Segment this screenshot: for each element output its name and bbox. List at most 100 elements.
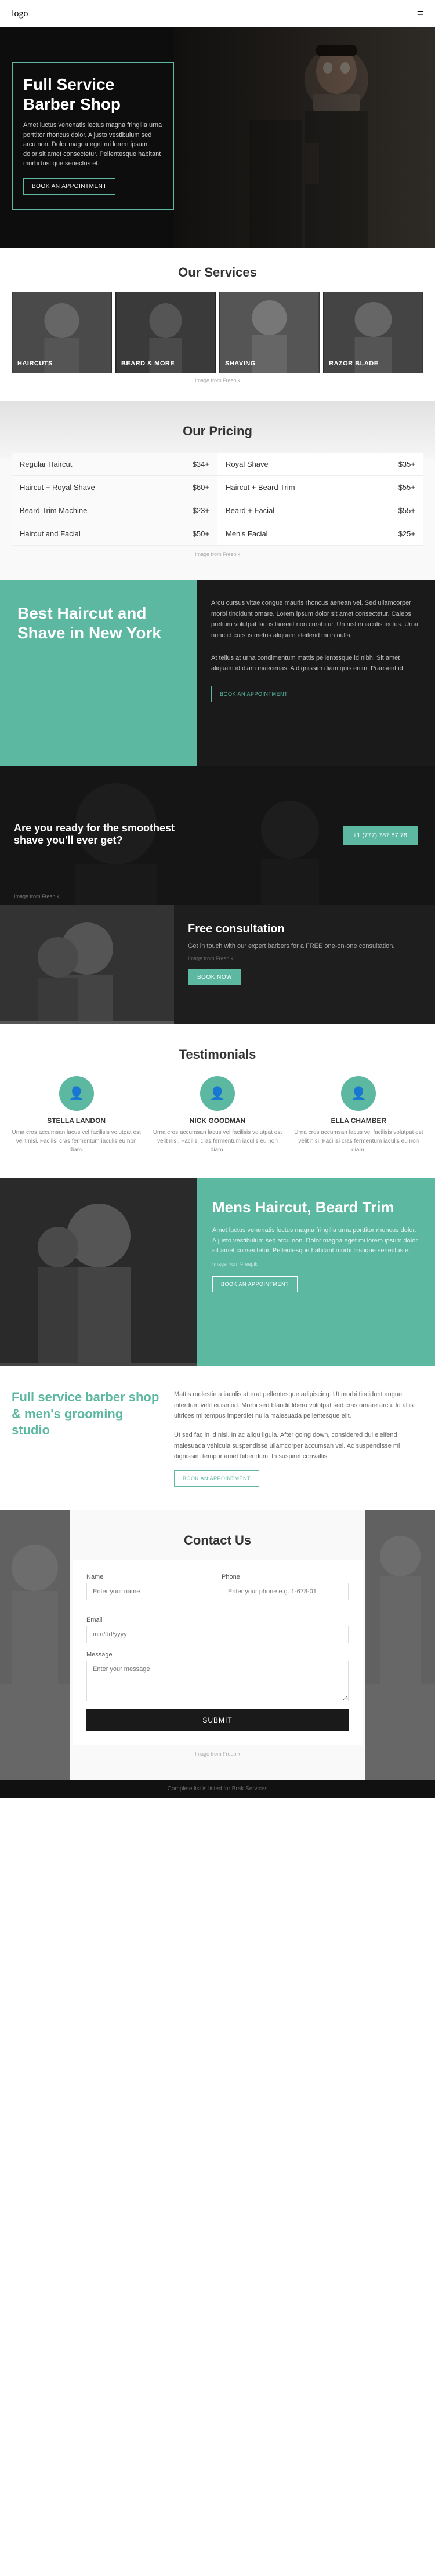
hero-title: Full Service Barber Shop: [23, 75, 162, 114]
service-card-beard[interactable]: BEARD & MORE: [115, 292, 216, 373]
contact-image-credit: Image from Freepik: [72, 1751, 362, 1757]
service-card-shaving[interactable]: SHAVING: [219, 292, 320, 373]
full-service-desc2: Ut sed fac in id nisl. In ac aliqu ligul…: [174, 1430, 423, 1462]
shave-section: Are you ready for the smoothest shave yo…: [0, 766, 435, 905]
testimonials-grid: 👤 STELLA LANDON Urna cros accumsan lacus…: [12, 1076, 423, 1154]
services-grid: HAIRCUTS BEARD & MORE SHAVING: [12, 292, 423, 373]
footer-text: Complete list is listed for Brak Service…: [168, 1786, 268, 1792]
testimonial-avatar: 👤: [59, 1076, 94, 1111]
testimonial-card: 👤 ELLA CHAMBER Urna cros accumsan lacus …: [294, 1076, 423, 1154]
pricing-service-name: Regular Haircut: [20, 460, 72, 468]
navigation: logo ≡: [0, 0, 435, 27]
testimonial-text: Urna cros accumsan lacus vel facilisis v…: [153, 1128, 282, 1154]
hero-description: Amet luctus venenatis lectus magna fring…: [23, 121, 162, 169]
full-service-book-button[interactable]: BOOK AN APPOINTMENT: [174, 1470, 259, 1487]
contact-bg-left: [0, 1510, 70, 1780]
pricing-title: Our Pricing: [12, 424, 423, 439]
pricing-grid: Regular Haircut $34+ Royal Shave $35+ Haircu…: [12, 453, 423, 546]
mens-haircut-right: Mens Haircut, Beard Trim Amet luctus ven…: [197, 1178, 435, 1366]
testimonials-section: Testimonials 👤 STELLA LANDON Urna cros a…: [0, 1024, 435, 1178]
contact-name-group: Name: [86, 1574, 213, 1600]
best-haircut-desc1: Arcu cursus vitae congue mauris rhoncus …: [211, 598, 421, 641]
best-haircut-left: Best Haircut and Shave in New York: [0, 580, 197, 766]
nav-logo: logo: [12, 9, 28, 19]
pricing-service-name: Haircut + Royal Shave: [20, 483, 95, 492]
service-label: BEARD & MORE: [121, 360, 175, 367]
shave-phone-button[interactable]: +1 (777) 787 87 78: [343, 826, 418, 845]
contact-title: Contact Us: [72, 1533, 362, 1548]
service-label: RAZOR BLADE: [329, 360, 379, 367]
best-haircut-book-button[interactable]: BOOK AN APPOINTMENT: [211, 686, 296, 702]
full-service-desc1: Mattis molestie a iaculis at erat pellen…: [174, 1389, 423, 1422]
consultation-description: Get in touch with our expert barbers for…: [188, 942, 421, 952]
contact-message-input[interactable]: [86, 1661, 349, 1701]
testimonial-card: 👤 STELLA LANDON Urna cros accumsan lacus…: [12, 1076, 141, 1154]
best-haircut-section: Best Haircut and Shave in New York Arcu …: [0, 580, 435, 766]
contact-phone-group: Phone: [222, 1574, 349, 1600]
nav-menu-icon[interactable]: ≡: [417, 7, 423, 20]
pricing-title-wrap: Our Pricing: [12, 424, 423, 439]
full-service-title: Full service barber shop & men's groomin…: [12, 1389, 160, 1439]
service-card-razor[interactable]: RAZOR BLADE: [323, 292, 423, 373]
services-image-credit: Image from Freepik: [12, 377, 423, 383]
consultation-section: Free consultation Get in touch with our …: [0, 905, 435, 1024]
contact-email-input[interactable]: [86, 1626, 349, 1643]
contact-message-group: Message: [86, 1651, 349, 1701]
mens-haircut-title: Mens Haircut, Beard Trim: [212, 1198, 420, 1216]
pricing-service-price: $25+: [398, 529, 415, 538]
pricing-service-price: $34+: [193, 460, 209, 468]
mens-haircut-image-credit: Image from Freepik: [212, 1261, 420, 1267]
hero-book-button[interactable]: BOOK AN APPOINTMENT: [23, 178, 115, 195]
pricing-service-price: $55+: [398, 506, 415, 515]
pricing-service-name: Royal Shave: [226, 460, 269, 468]
consultation-title: Free consultation: [188, 922, 421, 936]
contact-name-label: Name: [86, 1574, 213, 1581]
pricing-row: Beard + Facial $55+: [217, 499, 423, 522]
mens-haircut-image: [0, 1178, 197, 1366]
service-label: HAIRCUTS: [17, 360, 53, 367]
shave-text: Are you ready for the smoothest shave yo…: [14, 822, 188, 846]
contact-phone-input[interactable]: [222, 1583, 349, 1600]
pricing-service-name: Beard + Facial: [226, 506, 274, 515]
pricing-service-name: Beard Trim Machine: [20, 506, 87, 515]
pricing-service-price: $55+: [398, 483, 415, 492]
pricing-service-price: $35+: [398, 460, 415, 468]
pricing-row: Haircut + Royal Shave $60+: [12, 476, 217, 499]
testimonial-name: STELLA LANDON: [12, 1117, 141, 1125]
pricing-service-price: $23+: [193, 506, 209, 515]
mens-haircut-section: Mens Haircut, Beard Trim Amet luctus ven…: [0, 1178, 435, 1366]
consultation-image-credit: Image from Freepik: [188, 955, 421, 961]
testimonial-card: 👤 NICK GOODMAN Urna cros accumsan lacus …: [153, 1076, 282, 1154]
best-haircut-desc2: At tellus at urna condimentum mattis pel…: [211, 653, 421, 674]
pricing-image-credit: Image from Freepik: [12, 551, 423, 557]
pricing-service-name: Haircut and Facial: [20, 529, 81, 538]
pricing-service-name: Men's Facial: [226, 529, 268, 538]
pricing-row: Beard Trim Machine $23+: [12, 499, 217, 522]
shave-image-credit: Image from Freepik: [14, 893, 59, 899]
hero-content: Full Service Barber Shop Amet luctus ven…: [12, 62, 174, 210]
contact-name-input[interactable]: [86, 1583, 213, 1600]
service-card-haircuts[interactable]: HAIRCUTS: [12, 292, 112, 373]
consultation-book-button[interactable]: BOOK NOW: [188, 969, 241, 985]
pricing-row: Royal Shave $35+: [217, 453, 423, 476]
best-haircut-title: Best Haircut and Shave in New York: [17, 604, 180, 642]
testimonial-name: NICK GOODMAN: [153, 1117, 282, 1125]
contact-email-label: Email: [86, 1616, 349, 1623]
full-service-section: Full service barber shop & men's groomin…: [0, 1366, 435, 1510]
service-label: SHAVING: [225, 360, 256, 367]
consultation-image: [0, 905, 174, 1024]
pricing-service-price: $50+: [193, 529, 209, 538]
contact-inner: Contact Us Name Phone Email Message: [72, 1533, 362, 1757]
testimonial-avatar: 👤: [200, 1076, 235, 1111]
mens-haircut-book-button[interactable]: BOOK AN APPOINTMENT: [212, 1276, 298, 1292]
testimonials-title: Testimonials: [12, 1047, 423, 1062]
pricing-row: Haircut + Beard Trim$55+: [217, 476, 423, 499]
testimonial-avatar: 👤: [341, 1076, 376, 1111]
full-service-left: Full service barber shop & men's groomin…: [12, 1389, 174, 1487]
contact-submit-button[interactable]: SUBMIT: [86, 1709, 349, 1731]
testimonial-text: Urna cros accumsan lacus vel facilisis v…: [12, 1128, 141, 1154]
contact-form: Name Phone Email Message SUBMIT: [72, 1560, 362, 1745]
hero-section: Full Service Barber Shop Amet luctus ven…: [0, 27, 435, 248]
services-section: Our Services HAIRCUTS BEARD & MORE: [0, 248, 435, 401]
pricing-service-price: $60+: [193, 483, 209, 492]
